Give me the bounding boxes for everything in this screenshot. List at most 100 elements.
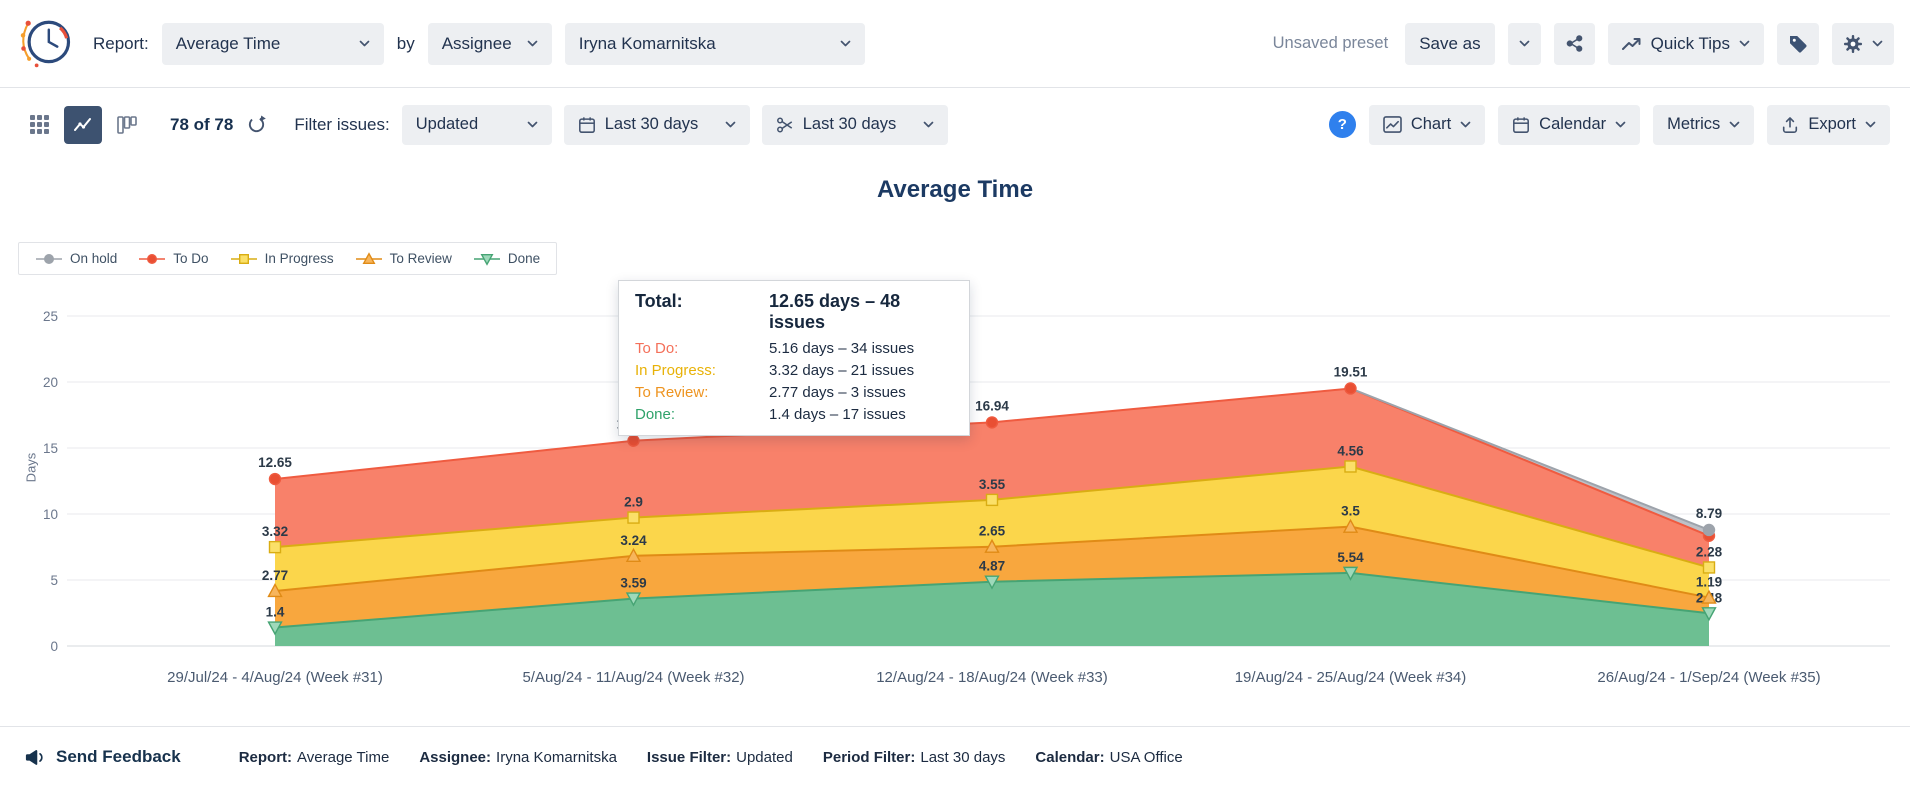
tag-button[interactable] [1777,23,1819,65]
series-marker[interactable] [1704,524,1715,535]
save-options-button[interactable] [1508,23,1541,65]
assignee-value: Iryna Komarnitska [579,34,716,54]
tooltip-total-label: Total: [635,291,769,333]
footer-item-label: Period Filter: [823,749,916,766]
tooltip-row-value: 2.77 days – 3 issues [769,384,906,401]
y-tick-label: 15 [43,441,58,456]
series-marker[interactable] [148,254,157,263]
footer-item-label: Assignee: [419,749,491,766]
quick-tips-button[interactable]: Quick Tips [1608,23,1764,65]
point-label: 5.54 [1337,550,1364,565]
chevron-down-icon [527,40,538,47]
sprint-filter-select[interactable]: Last 30 days [762,105,948,145]
tooltip-row-label: To Do: [635,340,769,357]
series-marker[interactable] [45,254,54,263]
report-type-value: Average Time [176,34,281,54]
board-view-button[interactable] [108,106,146,144]
tooltip-total-row: Total: 12.65 days – 48 issues [635,291,953,333]
refresh-button[interactable] [245,113,268,136]
legend-label: Done [508,251,540,266]
app-header: Report: Average Time by Assignee Iryna K… [0,0,1910,88]
help-button[interactable]: ? [1329,111,1356,138]
issue-filter-select[interactable]: Updated [402,105,552,145]
chart-view-button[interactable] [64,106,102,144]
settings-button[interactable] [1832,23,1894,65]
legend-marker-icon [355,252,383,266]
point-label: 3.59 [620,576,646,591]
series-marker[interactable] [628,512,639,523]
export-button[interactable]: Export [1767,105,1890,145]
series-marker[interactable] [270,474,281,485]
grid-view-icon [30,115,49,134]
tooltip-rows: To Do:5.16 days – 34 issuesIn Progress:3… [635,340,953,423]
toolbar: 78 of 78 Filter issues: Updated Last 30 … [0,89,1910,160]
legend-item-on-hold[interactable]: On hold [35,251,117,266]
tooltip-row-label: To Review: [635,384,769,401]
calendar-button[interactable]: Calendar [1498,105,1640,145]
legend-item-in-progress[interactable]: In Progress [230,251,334,266]
footer-item: Assignee:Iryna Komarnitska [419,749,617,766]
legend-item-to-do[interactable]: To Do [138,251,208,266]
tooltip-row-value: 5.16 days – 34 issues [769,340,914,357]
calendar-icon [578,116,596,134]
x-tick-label: 12/Aug/24 - 18/Aug/24 (Week #33) [876,669,1108,686]
legend-marker-icon [230,252,258,266]
send-feedback-label: Send Feedback [56,747,181,767]
x-tick-label: 29/Jul/24 - 4/Aug/24 (Week #31) [167,669,383,686]
board-view-icon [117,115,137,135]
series-marker[interactable] [1345,461,1356,472]
share-button[interactable] [1554,23,1595,65]
series-marker[interactable] [987,417,998,428]
point-label: 4.87 [979,559,1005,574]
legend-item-done[interactable]: Done [473,251,540,266]
calendar-button-label: Calendar [1539,115,1606,134]
legend-item-to-review[interactable]: To Review [355,251,452,266]
point-label: 3.55 [979,477,1006,492]
y-tick-label: 5 [50,573,58,588]
series-marker[interactable] [270,542,281,553]
gear-icon [1843,34,1863,54]
metrics-button[interactable]: Metrics [1653,105,1754,145]
issue-filter-value: Updated [416,115,478,134]
chart-type-button[interactable]: Chart [1369,105,1485,145]
tooltip-row-label: In Progress: [635,362,769,379]
chevron-down-icon [359,40,370,47]
chevron-down-icon [725,121,736,128]
assignee-select[interactable]: Iryna Komarnitska [565,23,865,65]
send-feedback-button[interactable]: Send Feedback [24,747,181,767]
group-by-select[interactable]: Assignee [428,23,552,65]
legend-label: On hold [70,251,117,266]
series-marker[interactable] [1345,383,1356,394]
series-marker[interactable] [239,254,248,263]
issue-count: 78 of 78 [170,115,233,135]
chevron-down-icon [840,40,851,47]
chevron-down-icon [923,121,934,128]
date-filter-select[interactable]: Last 30 days [564,105,750,145]
point-label: 1.4 [266,605,285,620]
y-tick-label: 25 [43,309,58,324]
series-marker[interactable] [1704,562,1715,573]
view-switcher [20,106,146,144]
series-marker[interactable] [628,435,639,446]
footer-item-label: Report: [239,749,292,766]
export-button-label: Export [1808,115,1856,134]
point-label: 2.65 [979,524,1006,539]
line-chart-icon [73,115,93,135]
chart-title: Average Time [0,176,1910,204]
legend-marker-icon [473,252,501,266]
footer-item-value: Average Time [297,749,389,766]
footer-summary: Report: Average Time Assignee:Iryna Komarn… [239,749,1183,766]
help-label: ? [1338,116,1347,133]
tooltip-row-value: 3.32 days – 21 issues [769,362,914,379]
series-marker[interactable] [987,494,998,505]
x-tick-label: 26/Aug/24 - 1/Sep/24 (Week #35) [1597,669,1820,686]
chart-type-icon [1383,116,1402,133]
save-as-button[interactable]: Save as [1405,23,1494,65]
by-label: by [397,34,415,54]
report-label: Report: [93,34,149,54]
grid-view-button[interactable] [20,106,58,144]
chevron-down-icon [1615,121,1626,128]
chevron-down-icon [1872,40,1883,47]
report-type-select[interactable]: Average Time [162,23,384,65]
group-by-value: Assignee [442,34,512,54]
